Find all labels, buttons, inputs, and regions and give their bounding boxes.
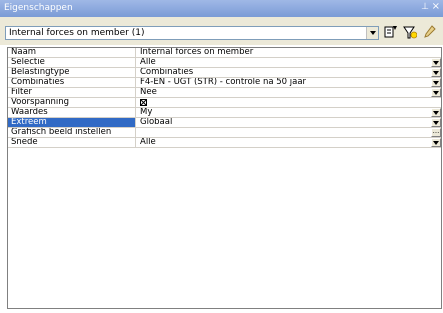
voorspanning-checkbox[interactable] bbox=[140, 99, 147, 106]
property-row-belastingtype[interactable]: Belastingtype Combinaties bbox=[8, 68, 441, 78]
title-bar: Eigenschappen ⊥ × bbox=[0, 0, 443, 17]
edit-icon[interactable] bbox=[423, 24, 437, 40]
toolbar: Internal forces on member (1) bbox=[0, 17, 443, 45]
property-value[interactable]: Globaal bbox=[137, 118, 441, 127]
property-grid: Naam Internal forces on member Selectie … bbox=[7, 47, 442, 309]
dropdown-arrow-icon[interactable] bbox=[431, 88, 441, 97]
chevron-down-icon[interactable] bbox=[366, 27, 378, 39]
property-value[interactable]: Alle bbox=[137, 138, 441, 147]
close-icon[interactable]: × bbox=[432, 1, 440, 12]
property-name: Grafisch beeld instellen bbox=[8, 128, 136, 137]
select-by-property-icon[interactable] bbox=[384, 24, 398, 40]
property-row-grafisch-beeld[interactable]: Grafisch beeld instellen ... bbox=[8, 128, 441, 138]
property-name: Snede bbox=[8, 138, 136, 147]
property-row-selectie[interactable]: Selectie Alle bbox=[8, 58, 441, 68]
property-name: Filter bbox=[8, 88, 136, 97]
pin-icon[interactable]: ⊥ bbox=[421, 2, 429, 12]
property-value bbox=[137, 98, 441, 107]
property-value[interactable]: Combinaties bbox=[137, 68, 441, 77]
dropdown-arrow-icon[interactable] bbox=[431, 108, 441, 117]
object-select-value: Internal forces on member (1) bbox=[9, 28, 145, 38]
dropdown-arrow-icon[interactable] bbox=[431, 68, 441, 77]
property-name: Extreem bbox=[8, 118, 136, 127]
properties-panel: Eigenschappen ⊥ × Internal forces on mem… bbox=[0, 0, 443, 313]
dropdown-arrow-icon[interactable] bbox=[431, 78, 441, 87]
property-row-waardes[interactable]: Waardes My bbox=[8, 108, 441, 118]
property-value[interactable]: F4-EN - UGT (STR) - controle na 50 jaar bbox=[137, 78, 441, 87]
property-value[interactable]: Internal forces on member bbox=[137, 48, 441, 57]
property-value[interactable]: Alle bbox=[137, 58, 441, 67]
property-row-filter[interactable]: Filter Nee bbox=[8, 88, 441, 98]
filter-icon[interactable] bbox=[403, 24, 417, 40]
property-row-voorspanning[interactable]: Voorspanning bbox=[8, 98, 441, 108]
property-name: Selectie bbox=[8, 58, 136, 67]
property-name: Waardes bbox=[8, 108, 136, 117]
property-value[interactable]: Nee bbox=[137, 88, 441, 97]
property-value[interactable]: My bbox=[137, 108, 441, 117]
dropdown-arrow-icon[interactable] bbox=[431, 58, 441, 67]
property-value bbox=[137, 128, 441, 137]
panel-title: Eigenschappen bbox=[4, 3, 73, 13]
ellipsis-button[interactable]: ... bbox=[431, 128, 441, 137]
object-select-combo[interactable]: Internal forces on member (1) bbox=[5, 26, 379, 40]
property-name: Combinaties bbox=[8, 78, 136, 87]
dropdown-arrow-icon[interactable] bbox=[431, 118, 441, 127]
property-row-snede[interactable]: Snede Alle bbox=[8, 138, 441, 148]
property-name: Naam bbox=[8, 48, 136, 57]
dropdown-arrow-icon[interactable] bbox=[431, 138, 441, 147]
property-row-combinaties[interactable]: Combinaties F4-EN - UGT (STR) - controle… bbox=[8, 78, 441, 88]
property-row-naam[interactable]: Naam Internal forces on member bbox=[8, 48, 441, 58]
property-name: Belastingtype bbox=[8, 68, 136, 77]
property-name: Voorspanning bbox=[8, 98, 136, 107]
property-row-extreem[interactable]: Extreem Globaal bbox=[8, 118, 441, 128]
